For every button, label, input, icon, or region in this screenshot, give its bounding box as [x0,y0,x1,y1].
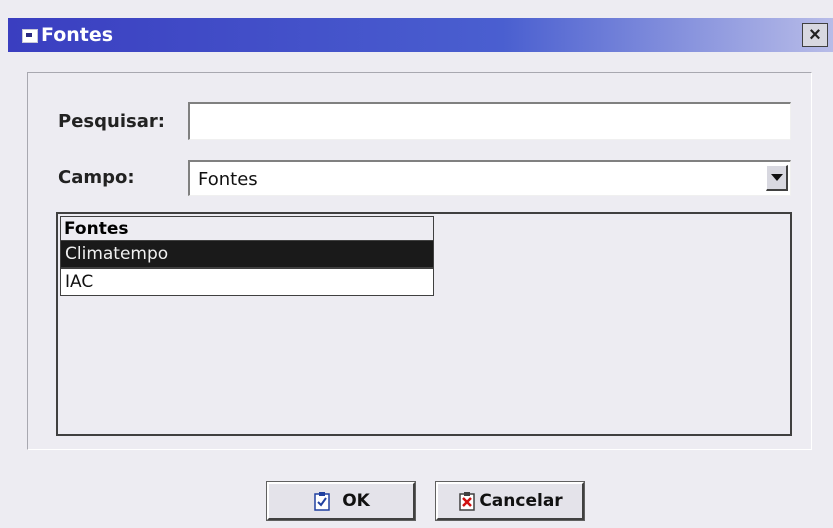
search-input[interactable] [188,102,791,140]
fontes-list[interactable]: Fontes Climatempo IAC [56,212,792,436]
cancel-button[interactable]: Cancelar [435,481,585,521]
list-item[interactable]: IAC [60,268,434,296]
cancel-label: Cancelar [479,491,563,511]
window-title: Fontes [41,24,114,46]
list-item[interactable]: Climatempo [60,240,434,268]
fontes-dialog: Fontes × Pesquisar: Campo: Fontes Fontes… [0,0,833,528]
clipboard-check-icon [314,492,330,511]
campo-label: Campo: [58,167,135,188]
title-bar[interactable]: Fontes [8,18,833,52]
window-icon [22,29,38,43]
close-button[interactable]: × [802,23,828,47]
ok-label: OK [342,491,370,511]
list-header[interactable]: Fontes [60,216,434,240]
ok-button[interactable]: OK [266,481,416,521]
search-label: Pesquisar: [58,111,165,132]
clipboard-x-icon [459,492,476,511]
campo-select[interactable]: Fontes [188,160,791,196]
campo-selected-value: Fontes [198,169,258,190]
chevron-down-icon[interactable] [766,165,788,191]
close-icon: × [809,24,821,46]
